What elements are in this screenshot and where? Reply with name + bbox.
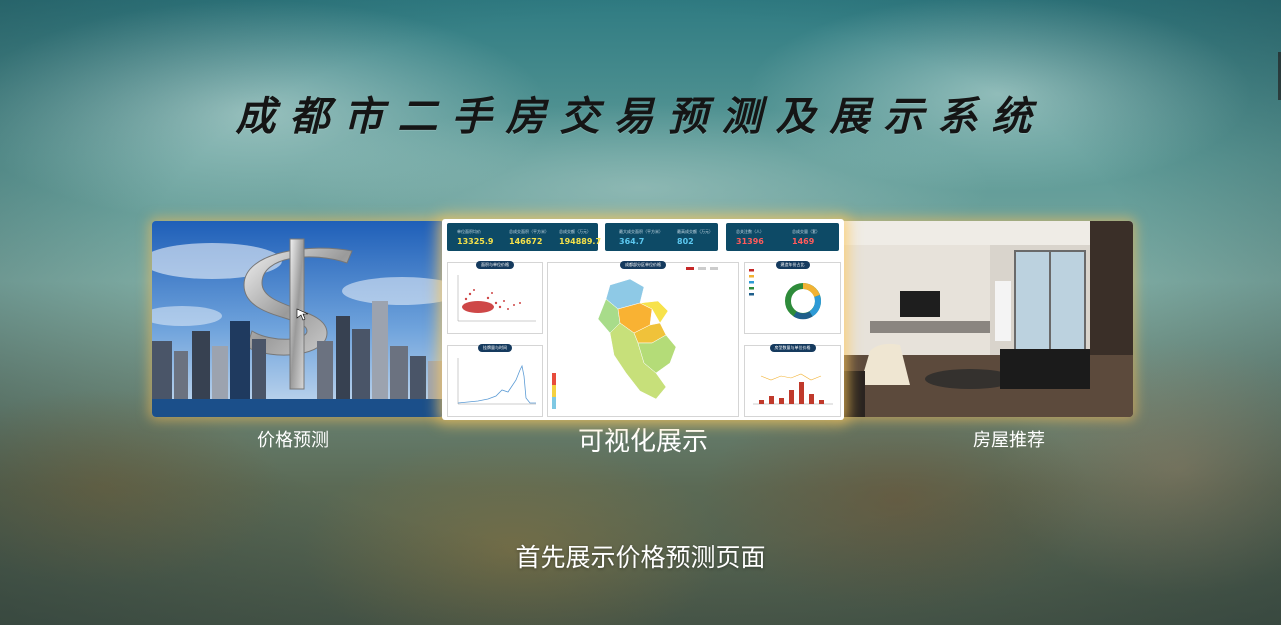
dashboard-thumbnail: 单位面积均价 13325.9 总成交面积（平方米） 146672 总成交额（万元… [442,219,844,420]
city-dollar-sign-image [152,221,444,417]
panel-title: 建造年份占比 [775,261,810,269]
stat-label: 总成交量（套） [792,229,820,234]
panel-title: 房型数量与单位价格 [769,344,816,352]
stat-value: 13325.9 [457,237,494,246]
stat-group-attention: 总关注数（人） 31396 总成交量（套） 1469 [726,223,839,251]
panel-line: 挂牌量与时间 [447,344,543,417]
panel-donut: 建造年份占比 [744,261,841,334]
stat-group-area: 最大成交面积（平方米） 364.7 最高成交额（万元） 802 [605,223,718,251]
slide-caption-price-prediction[interactable]: 价格预测 [152,426,434,452]
donut-chart [749,269,821,320]
slide-price-prediction[interactable] [152,221,444,417]
stat-label: 最高成交额（万元） [677,229,713,234]
stat-label: 总关注数（人） [736,229,764,234]
panel-title: 面积与单位价格 [476,261,514,269]
stat-label: 总成交额（万元） [559,229,591,234]
feature-carousel: 单位面积均价 13325.9 总成交面积（平方米） 146672 总成交额（万元… [0,0,1281,625]
stat-group-price: 单位面积均价 13325.9 总成交面积（平方米） 146672 总成交额（万元… [447,223,602,251]
slide-caption-house-recommendation[interactable]: 房屋推荐 [864,426,1154,452]
panel-bar: 房型数量与单位价格 [744,344,841,417]
slide-house-recommendation[interactable] [840,221,1133,417]
bar-line-chart [753,373,833,405]
scatter-plot [457,275,536,322]
panel-map: 成都部分区单位价格 [547,261,739,417]
stat-label: 单位面积均价 [457,229,481,234]
stat-label: 最大成交面积（平方米） [619,229,663,234]
panel-title: 挂牌量与时间 [478,344,512,352]
stat-value: 194889.7 [559,237,602,246]
panel-title: 成都部分区单位价格 [620,261,666,269]
district-map [552,267,718,409]
stat-value: 802 [677,237,694,246]
stat-value: 146672 [509,237,543,246]
stat-value: 1469 [792,237,815,246]
living-room-image [840,221,1133,417]
slide-visualization[interactable]: 单位面积均价 13325.9 总成交面积（平方米） 146672 总成交额（万元… [442,219,844,420]
page-subtitle: 首先展示价格预测页面 [515,543,766,572]
line-chart [457,358,536,405]
stat-label: 总成交面积（平方米） [509,229,549,234]
stat-value: 31396 [736,237,764,246]
slide-caption-visualization[interactable]: 可视化展示 [442,421,844,458]
stat-value: 364.7 [619,237,645,246]
panel-scatter: 面积与单位价格 [447,261,543,334]
